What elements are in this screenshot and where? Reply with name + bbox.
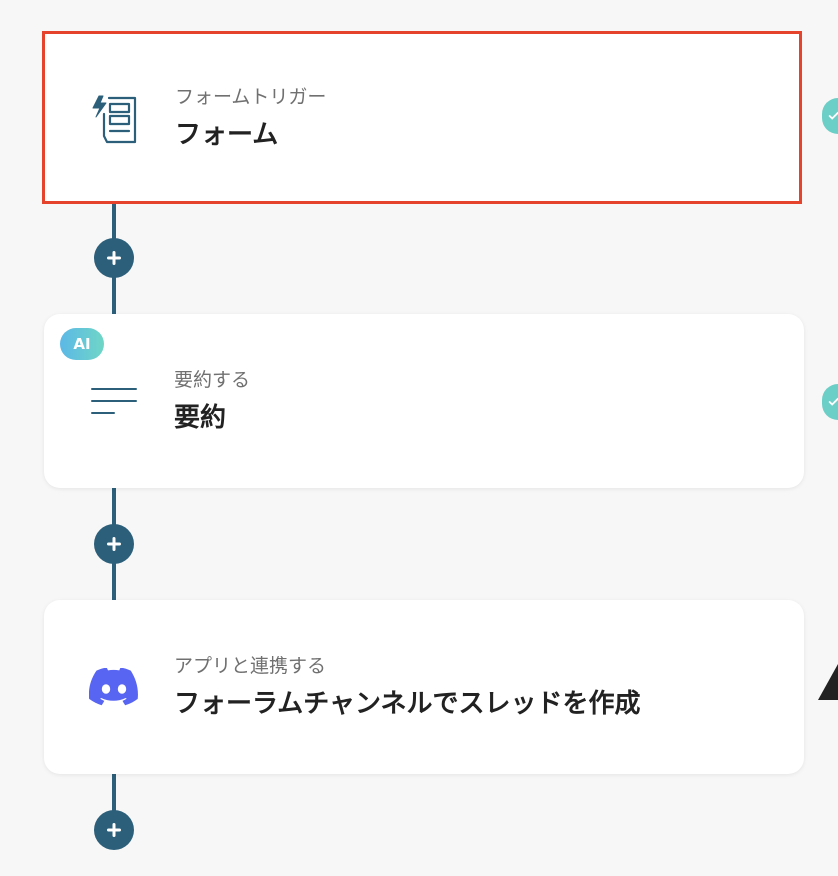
- warning-icon: [818, 662, 838, 702]
- add-step-button[interactable]: [94, 238, 134, 278]
- flow-step-card-summary[interactable]: 要約する 要約: [44, 314, 804, 488]
- step-subtitle: 要約する: [174, 369, 251, 391]
- add-step-button[interactable]: [94, 524, 134, 564]
- check-icon: [828, 397, 838, 406]
- plus-icon: [107, 537, 121, 551]
- step-title: フォーラムチャンネルでスレッドを作成: [174, 689, 641, 719]
- plus-icon: [107, 251, 121, 265]
- flow-step-card-discord[interactable]: アプリと連携する フォーラムチャンネルでスレッドを作成: [44, 600, 804, 774]
- step-subtitle: フォームトリガー: [175, 85, 327, 108]
- step-subtitle: アプリと連携する: [174, 655, 327, 677]
- form-trigger-icon: [87, 90, 143, 146]
- flow-step-card-form-trigger[interactable]: フォームトリガー フォーム: [42, 31, 802, 204]
- summary-lines-icon: [86, 373, 142, 429]
- discord-icon: [86, 659, 142, 715]
- plus-icon: [107, 823, 121, 837]
- step-title: 要約: [174, 403, 227, 433]
- add-step-button[interactable]: [94, 810, 134, 850]
- step-title: フォーム: [175, 119, 279, 150]
- step-status-complete: [822, 98, 838, 134]
- step-status-complete: [822, 384, 838, 420]
- check-icon: [828, 111, 838, 120]
- ai-badge: AI: [60, 328, 104, 360]
